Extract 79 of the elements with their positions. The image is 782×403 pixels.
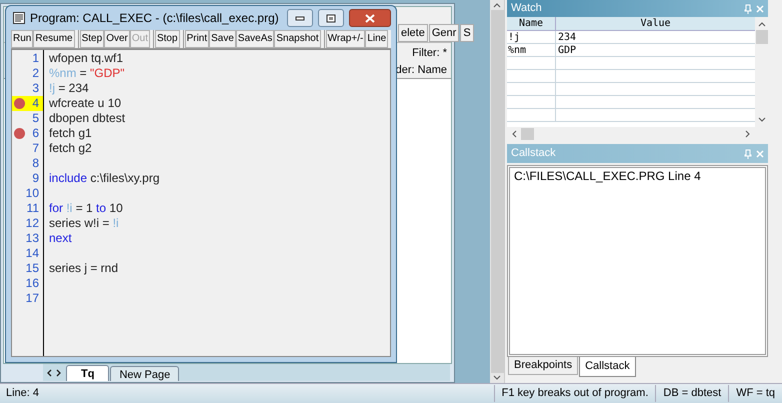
code-line: fetch g2: [49, 141, 92, 156]
scrollbar-thumb[interactable]: [521, 128, 534, 140]
scrollbar-thumb[interactable]: [756, 30, 768, 44]
status-text: DB = dbtest: [655, 385, 728, 402]
column-header[interactable]: Name: [507, 17, 556, 30]
panel-title: Watch: [511, 1, 543, 16]
code-line: series w!i = !i: [49, 216, 119, 231]
code-line: next: [49, 231, 72, 246]
status-text: WF = tq: [728, 385, 782, 402]
line-number: 1: [32, 51, 40, 66]
line-number: 11: [26, 201, 40, 216]
toolbar-button[interactable]: S: [460, 24, 474, 42]
filter-label: Filter: *: [412, 46, 447, 61]
scroll-down-icon[interactable]: [758, 117, 766, 123]
toolbar-button[interactable]: Resume: [33, 30, 75, 48]
line-number: 17: [26, 291, 40, 306]
line-number: 10: [26, 186, 40, 201]
line-number: 14: [26, 246, 40, 261]
line-number: 9: [32, 171, 40, 186]
close-icon: [365, 14, 375, 22]
toolbar-button[interactable]: Genr: [428, 24, 460, 42]
callstack-entry[interactable]: C:\FILES\CALL_EXEC.PRG Line 4: [514, 169, 701, 184]
toolbar-button[interactable]: Over: [104, 30, 130, 48]
line-number: 2: [32, 66, 40, 81]
scroll-right-icon[interactable]: [745, 130, 751, 138]
code-line: wfopen tq.wf1: [49, 51, 124, 66]
scrollbar-thumb[interactable]: [490, 10, 504, 373]
line-number: 12: [26, 216, 40, 231]
toolbar-button[interactable]: SaveAs: [236, 30, 274, 48]
code-line: include c:\files\xy.prg: [49, 171, 160, 186]
minimize-button[interactable]: [287, 9, 313, 27]
code-line: for !i = 1 to 10: [49, 201, 123, 216]
line-number: 6: [32, 126, 40, 141]
code-line: series j = rnd: [49, 261, 118, 276]
line-number: 16: [26, 276, 40, 291]
scroll-down-icon[interactable]: [493, 375, 501, 381]
close-button[interactable]: [349, 9, 391, 27]
toolbar-button[interactable]: elete: [398, 24, 428, 42]
page-tab[interactable]: Tq: [66, 365, 110, 381]
toolbar-button[interactable]: Run: [11, 30, 34, 48]
status-text: F1 key breaks out of program.: [494, 385, 656, 402]
panel-tab[interactable]: Breakpoints: [508, 357, 578, 375]
table-cell-text: GDP: [557, 44, 578, 56]
toolbar-button[interactable]: Wrap+/-: [326, 30, 366, 48]
window-title: Program: CALL_EXEC - (c:\files\call_exec.prg): [30, 10, 280, 27]
panel-tab[interactable]: Callstack: [579, 357, 636, 377]
maximize-button[interactable]: [318, 9, 344, 27]
table-cell-text: 234: [557, 31, 578, 43]
toolbar-button[interactable]: Save: [209, 30, 236, 48]
code-line: dbopen dbtest: [49, 111, 126, 126]
code-line: %nm = "GDP": [49, 66, 125, 81]
table-cell: !j: [507, 31, 556, 43]
code-line: !j = 234: [49, 81, 89, 96]
line-number: 15: [26, 261, 40, 276]
line-number: 3: [32, 81, 40, 96]
page-arrows-icon[interactable]: [47, 368, 61, 376]
panel-title: Callstack: [511, 146, 557, 162]
breakpoint-icon[interactable]: [14, 128, 25, 139]
column-header[interactable]: Value: [556, 17, 755, 30]
table-cell: %nm: [507, 44, 556, 56]
scroll-up-icon[interactable]: [493, 2, 501, 8]
code-line: fetch g1: [49, 126, 92, 141]
toolbar-button[interactable]: Stop: [154, 30, 180, 48]
toolbar-button[interactable]: Step: [80, 30, 104, 48]
toolbar-button[interactable]: Print: [184, 30, 210, 48]
maximize-icon: [326, 14, 336, 22]
line-number: 13: [26, 231, 40, 246]
line-number: 8: [32, 156, 40, 171]
page-tab[interactable]: New Page: [110, 366, 180, 381]
line-number: 7: [32, 141, 40, 156]
status-text: Line: 4: [5, 386, 40, 402]
toolbar-button[interactable]: Line: [365, 30, 388, 48]
scroll-up-icon[interactable]: [758, 21, 766, 27]
line-number: 5: [32, 111, 40, 126]
document-icon: [13, 12, 25, 24]
scroll-left-icon[interactable]: [511, 130, 517, 138]
toolbar-button[interactable]: Snapshot: [274, 30, 321, 48]
minimize-icon: [295, 15, 305, 21]
code-line: wfcreate u 10: [49, 96, 122, 111]
